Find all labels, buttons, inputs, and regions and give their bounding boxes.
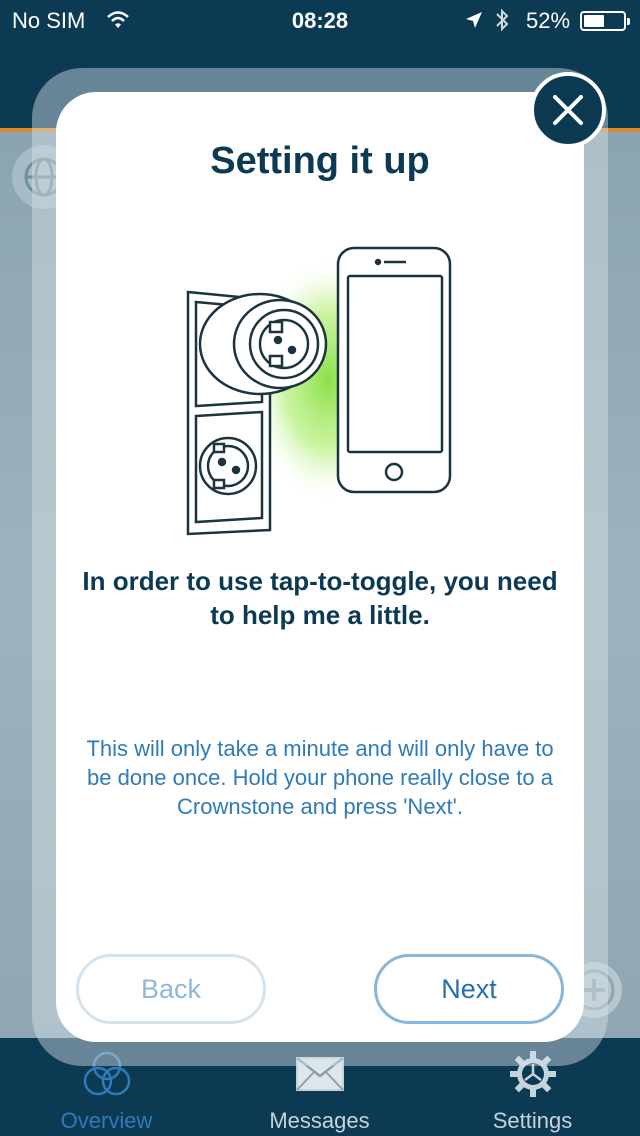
tab-overview-label: Overview bbox=[60, 1108, 153, 1133]
tab-settings-label: Settings bbox=[492, 1108, 573, 1133]
battery-percentage: 52% bbox=[526, 8, 571, 33]
setup-illustration bbox=[178, 240, 468, 540]
close-button[interactable] bbox=[530, 72, 606, 148]
close-icon bbox=[553, 95, 583, 125]
modal-title: Setting it up bbox=[210, 140, 430, 182]
status-bar: No SIM 08:28 52% bbox=[0, 0, 640, 40]
location-arrow-icon bbox=[466, 12, 482, 28]
modal-body-text: This will only take a minute and will on… bbox=[86, 736, 554, 819]
battery-nub bbox=[627, 18, 630, 25]
tab-messages-label: Messages bbox=[269, 1108, 370, 1133]
modal-headline: In order to use tap-to-toggle, you need … bbox=[82, 566, 558, 630]
back-button[interactable]: Back bbox=[76, 954, 266, 1024]
battery-icon bbox=[580, 11, 630, 31]
battery-fill bbox=[584, 15, 604, 27]
next-button[interactable]: Next bbox=[374, 954, 564, 1024]
bluetooth-icon bbox=[496, 8, 509, 32]
smartphone-icon bbox=[336, 246, 452, 494]
